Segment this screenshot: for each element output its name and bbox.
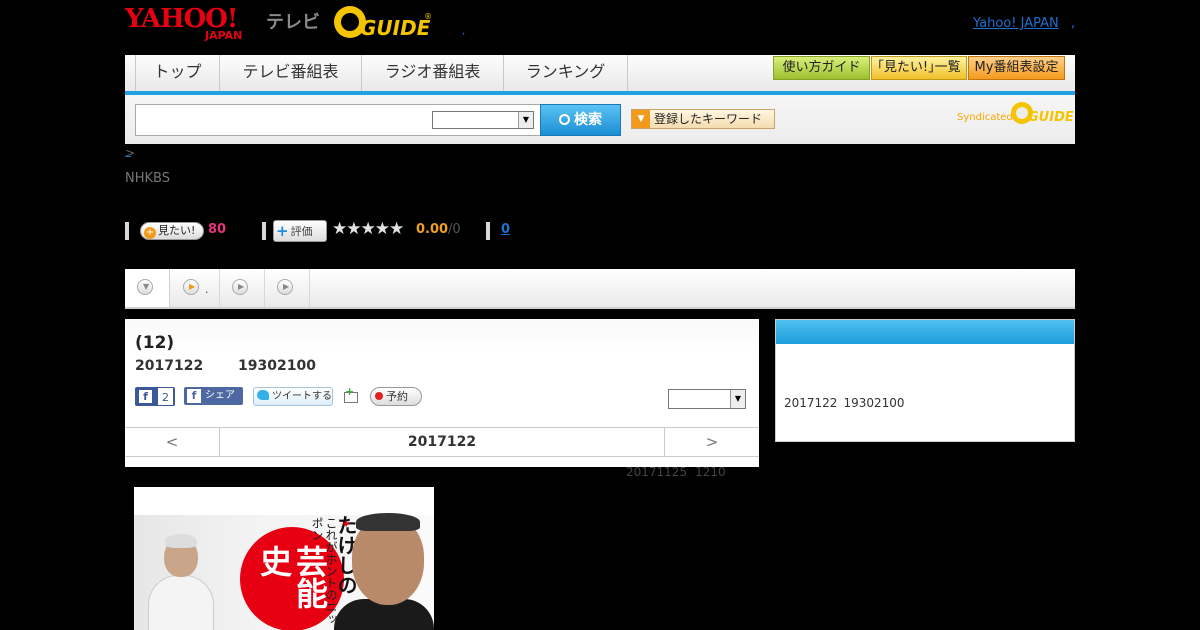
updated-time: 1210 (695, 465, 726, 479)
date-pager: < 2017122 > (125, 427, 759, 457)
tab-program-info[interactable]: ▼ (125, 269, 170, 307)
play-icon: ▶ (277, 279, 293, 295)
my-listings-settings-button[interactable]: My番組表設定 (968, 56, 1065, 80)
search-button-label: 検索 (574, 112, 602, 128)
syndicated-logo-text: GUIDE (1028, 110, 1074, 125)
updated-date: 20171125 (626, 465, 688, 479)
pager-prev-button[interactable]: < (125, 428, 220, 456)
program-image: 芸能史 これがホントのニッポン たけしの ✦ (134, 487, 434, 630)
gguide-logo-text: GUIDE (360, 16, 431, 40)
nav-tab-ranking[interactable]: ランキング (504, 55, 628, 91)
breadcrumb: > (125, 146, 136, 160)
tab-label: . (205, 283, 209, 296)
person-left (148, 575, 214, 630)
tab-4[interactable]: ▶ (265, 269, 310, 307)
play-icon: ▶ (183, 279, 199, 295)
side-panel-header (776, 320, 1074, 344)
facebook-share-label: シェア (205, 390, 235, 401)
chevron-down-icon: ▼ (730, 390, 745, 408)
program-time: 19302100 (238, 358, 316, 374)
tv-label: テレビ (266, 12, 320, 33)
stat-divider (486, 222, 490, 240)
side-date: 2017122 (784, 396, 838, 410)
twitter-bird-icon (257, 390, 269, 400)
reserve-button-label: 予約 (386, 390, 408, 403)
nav-tab-radio-listings[interactable]: ラジオ番組表 (362, 55, 504, 91)
rating-score: 0.00 (416, 222, 449, 237)
record-dot-icon (375, 392, 383, 400)
facebook-like-button[interactable]: f 2 (135, 387, 175, 406)
search-button[interactable]: 検索 (540, 104, 621, 136)
syndicated-label: Syndicated (957, 112, 1013, 123)
search-icon (559, 114, 570, 125)
play-icon: ▶ (232, 279, 248, 295)
star-rating-icon: ★★★★★ (332, 219, 404, 239)
page: YAHOO! JAPAN テレビ GUIDE ® , Yahoo! JAPAN … (0, 0, 1200, 630)
saved-keywords-button[interactable]: ▼ 登録したキーワード (631, 109, 775, 129)
search-category-select[interactable]: ▼ (432, 111, 534, 129)
search-bar: ▼ 検索 ▼ 登録したキーワード Syndicated GUIDE (125, 95, 1075, 144)
program-select[interactable]: ▼ (668, 389, 746, 409)
chevron-down-icon: ▼ (518, 112, 533, 128)
plus-icon: + (276, 222, 289, 240)
sparkle-icon: ✦ (341, 517, 352, 531)
pager-date: 2017122 (407, 434, 477, 450)
rating-total: /0 (448, 222, 461, 237)
plus-icon: + (345, 385, 355, 398)
side-panel: 2017122 19302100 (775, 319, 1075, 442)
nav-tab-tv-listings[interactable]: テレビ番組表 (220, 55, 362, 91)
header-separator: , (462, 26, 466, 37)
channel-name: NHKBS (125, 171, 170, 186)
tab-2[interactable]: ▶ . (170, 269, 220, 307)
pager-next-button[interactable]: > (664, 428, 759, 456)
facebook-share-button[interactable]: f シェア (184, 387, 243, 405)
program-title: (12) (135, 333, 175, 353)
add-calendar-icon[interactable]: + (344, 385, 358, 404)
facebook-icon: f (187, 389, 201, 403)
mitai-button-label: 見たい! (158, 224, 196, 237)
tweet-button-label: ツイートする (272, 391, 332, 402)
program-header: (12) 2017122 19302100 f 2 f シェア ツイートする + … (125, 319, 759, 427)
stat-divider (262, 222, 266, 240)
dropdown-arrow-icon: ▼ (632, 110, 650, 128)
main-nav: トップ テレビ番組表 ラジオ番組表 ランキング 使い方ガイド ｢見たい!｣一覧 … (125, 55, 1075, 95)
side-panel-schedule: 2017122 19302100 (784, 396, 905, 410)
syndicated-gguide-logo: GUIDE (1011, 102, 1074, 126)
gguide-reg-mark: ® (424, 12, 432, 21)
rating-button[interactable]: + 評価 (273, 220, 327, 242)
side-time: 19302100 (843, 396, 905, 410)
facebook-like-count: 2 (157, 387, 174, 406)
comment-count-link[interactable]: 0 (501, 222, 510, 237)
facebook-icon: f (139, 390, 152, 403)
reserve-button[interactable]: 予約 (370, 387, 422, 406)
stat-divider (125, 222, 129, 240)
person-left-hair (165, 534, 197, 548)
chevron-down-icon: ▼ (137, 279, 153, 295)
nav-tab-top[interactable]: トップ (135, 55, 220, 91)
tab-3[interactable]: ▶ (220, 269, 265, 307)
program-tabs: ▼ ▶ . ▶ ▶ (125, 269, 1075, 309)
usage-guide-button[interactable]: 使い方ガイド (773, 56, 870, 80)
mitai-count: 80 (208, 222, 227, 237)
yahoo-japan-logo[interactable]: YAHOO! JAPAN (125, 6, 265, 42)
mitai-button[interactable]: + 見たい! (140, 222, 204, 240)
rating-button-label: 評価 (290, 225, 313, 238)
saved-keywords-label: 登録したキーワード (654, 112, 763, 126)
tweet-button[interactable]: ツイートする (253, 387, 333, 406)
person-right-hair (356, 513, 420, 531)
program-panel: (12) 2017122 19302100 f 2 f シェア ツイートする + … (125, 319, 759, 467)
gguide-logo[interactable]: GUIDE ® (334, 6, 434, 40)
japan-logo-text: JAPAN (205, 29, 243, 42)
header-link-separator: , (1071, 16, 1076, 31)
plus-icon: + (144, 227, 156, 239)
program-date: 2017122 (135, 358, 204, 374)
updated-timestamp: 20171125 1210 (626, 465, 726, 479)
yahoo-japan-link[interactable]: Yahoo! JAPAN (973, 16, 1059, 31)
mitai-list-button[interactable]: ｢見たい!｣一覧 (871, 56, 967, 80)
